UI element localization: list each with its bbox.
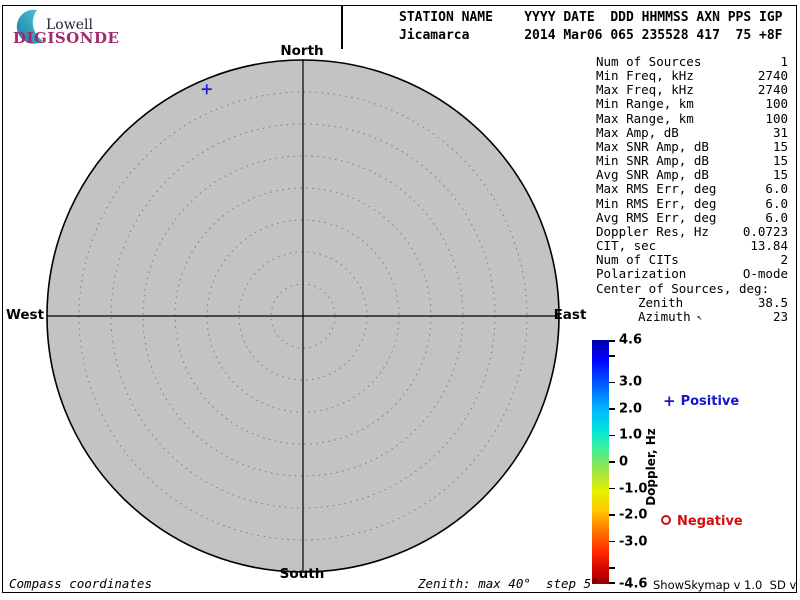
stat-label: Max RMS Err, deg — [596, 181, 717, 197]
compass-label-east: East — [553, 307, 587, 323]
stat-label: Avg RMS Err, deg — [596, 209, 717, 225]
stat-label: Min Range, km — [596, 96, 694, 112]
stat-row: Avg SNR Amp, dB 15 — [596, 168, 788, 182]
colorbar-tick-label: -4.6 — [619, 576, 648, 592]
stat-value: 13.84 — [750, 238, 788, 254]
colorbar-tick-label: -2.0 — [619, 507, 648, 523]
stat-label: Center of Sources, deg: — [596, 280, 770, 296]
logo-digisonde-text: DIGISONDE — [13, 29, 120, 47]
colorbar-tick — [609, 461, 615, 463]
stat-value: 2 — [780, 252, 788, 268]
colorbar-tick-label: 1.0 — [619, 427, 643, 443]
legend-negative: Negative — [661, 514, 743, 529]
stat-row: Min RMS Err, deg 6.0 — [596, 195, 788, 211]
stat-label: Avg SNR Amp, dB — [596, 167, 709, 183]
colorbar-tick-label: 2.0 — [619, 401, 643, 417]
legend-positive: + Positive — [663, 392, 739, 410]
stat-row: Max Range, km 100 — [596, 110, 788, 126]
stat-value: 0.0723 — [742, 223, 788, 239]
header-divider — [341, 5, 343, 49]
stat-row: Num of Sources 1 — [596, 54, 788, 69]
stat-value: 2740 — [757, 68, 788, 84]
stat-row: Max SNR Amp, dB 15 — [596, 138, 788, 154]
stat-value: 100 — [765, 110, 788, 126]
stat-row: Polarization O-mode — [596, 267, 788, 281]
stat-value: 15 — [772, 138, 788, 154]
footer-zenith-note: Zenith: max 40° step 5° — [418, 576, 599, 591]
stat-row: Max Freq, kHz 2740 — [596, 83, 788, 97]
colorbar-tick — [609, 340, 615, 342]
doppler-colorbar: 4.6 3.0 2.0 1.0 0 -1.0 -2.0 -3.0 -4.6 — [592, 333, 647, 592]
stat-value: 100 — [765, 96, 788, 112]
header-values: Jicamarca 2014 Mar06 065 235528 417 75 +… — [399, 28, 783, 43]
header-columns: STATION NAME YYYY DATE DDD HHMMSS AXN PP… — [399, 10, 783, 25]
stat-row: Avg RMS Err, deg 6.0 — [596, 209, 788, 225]
colorbar-tick — [609, 434, 615, 437]
stat-value: 6.0 — [765, 181, 788, 197]
colorbar-tick — [609, 567, 615, 569]
stat-row: Min Freq, kHz 2740 — [596, 69, 788, 83]
footer-coordinates-label: Compass coordinates — [9, 576, 152, 591]
stat-value: 38.5 — [757, 294, 788, 310]
stat-label: Min SNR Amp, dB — [596, 153, 709, 169]
stat-label: Min RMS Err, deg — [596, 195, 717, 211]
stat-row: Doppler Res, Hz 0.0723 — [596, 223, 788, 239]
colorbar-tick — [609, 355, 615, 357]
stat-value: 2740 — [757, 82, 788, 98]
stat-label: Max SNR Amp, dB — [596, 138, 709, 154]
stat-label: Num of Sources — [596, 54, 702, 69]
stat-label: Min Freq, kHz — [596, 68, 694, 84]
colorbar-tick-label: -3.0 — [619, 534, 648, 550]
stat-label: Max Range, km — [596, 110, 694, 126]
colorbar-tick — [609, 540, 615, 543]
stat-label: Polarization — [596, 266, 687, 282]
stat-row: Min Range, km 100 — [596, 97, 788, 111]
circle-marker-icon — [661, 515, 671, 525]
colorbar-tick-label: 3.0 — [619, 374, 643, 390]
stat-value: 23 — [772, 308, 788, 324]
stat-value: O-mode — [742, 266, 788, 282]
stat-row: Zenith 38.5 — [596, 294, 788, 310]
stats-panel: Num of Sources 1 Min Freq, kHz 2740 Max Freq… — [596, 54, 788, 325]
stat-label: Azimuth ↖ — [638, 308, 703, 324]
header-info: STATION NAME YYYY DATE DDD HHMMSS AXN PP… — [399, 9, 783, 45]
azimuth-direction-arrow-icon: ↖ — [696, 312, 703, 323]
stat-value: 6.0 — [765, 195, 788, 211]
plus-marker-icon: + — [663, 392, 676, 410]
stat-label: Max Freq, kHz — [596, 82, 694, 98]
stat-value: 6.0 — [765, 209, 788, 225]
colorbar-tick — [609, 381, 615, 384]
colorbar-tick-label: 4.6 — [619, 332, 643, 348]
stat-row: Num of CITs 2 — [596, 253, 788, 267]
stat-row: Max Amp, dB 31 — [596, 124, 788, 140]
compass-label-west: West — [5, 307, 45, 323]
legend-positive-label: Positive — [680, 394, 740, 409]
digisonde-logo: Lowell DIGISONDE — [8, 7, 128, 49]
stat-label: Num of CITs — [596, 252, 679, 268]
stat-label: Zenith — [638, 294, 684, 310]
stat-row: Min SNR Amp, dB 15 — [596, 153, 788, 169]
stat-row: CIT, sec 13.84 — [596, 238, 788, 254]
compass-label-north: North — [280, 43, 324, 59]
colorbar-tick — [609, 487, 615, 490]
stat-row: Center of Sources, deg: — [596, 280, 788, 296]
stat-value: 15 — [772, 153, 788, 169]
stat-label: Max Amp, dB — [596, 124, 679, 140]
colorbar-tick — [609, 582, 615, 584]
stat-value: 31 — [772, 124, 788, 140]
stat-label: Doppler Res, Hz — [596, 223, 709, 239]
legend-negative-label: Negative — [677, 514, 743, 529]
colorbar-tick — [609, 514, 615, 516]
stat-label: CIT, sec — [596, 238, 657, 254]
colorbar-tick — [609, 408, 615, 410]
stat-row: Azimuth ↖ 23 — [596, 308, 788, 325]
colorbar-tick-label: 0 — [619, 454, 629, 470]
stat-row: Max RMS Err, deg 6.0 — [596, 182, 788, 196]
stat-value: 15 — [772, 167, 788, 183]
footer-version: ShowSkymap v 1.0 SD v 4.2 — [653, 578, 800, 592]
stat-value: 1 — [780, 54, 788, 69]
colorbar-axis-label: Doppler, Hz — [644, 428, 658, 506]
compass-label-south: South — [279, 566, 325, 582]
